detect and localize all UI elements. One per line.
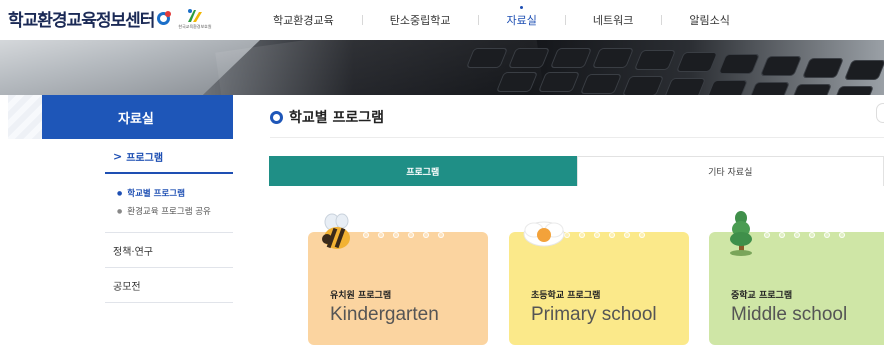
nav-item-carbon-neutral-school[interactable]: 탄소중립학교 <box>361 0 479 40</box>
site-logo[interactable]: 학교환경교육정보센터 한국교육환경보호원 <box>8 6 212 31</box>
bullet-icon: ● <box>117 207 123 215</box>
page-title-text: 학교별 프로그램 <box>289 110 385 126</box>
main-nav: 학교환경교육 탄소중립학교 자료실 네트워크 알림소식 <box>245 0 758 40</box>
chevron-right-icon: > <box>113 149 123 163</box>
scroll-indicator[interactable] <box>876 103 884 123</box>
divider <box>270 137 884 138</box>
sidebar-item-policy-research[interactable]: 정책·연구 <box>105 233 233 267</box>
sidebar-title: 자료실 <box>42 95 233 139</box>
sidebar-subitem-label: 환경교육 프로그램 공유 <box>127 207 211 217</box>
card-title-en: Kindergarten <box>330 304 439 325</box>
binder-holes <box>363 232 444 238</box>
card-title-en: Primary school <box>531 304 657 325</box>
sidebar-submenu: ● 학교별 프로그램 ● 환경교육 프로그램 공유 <box>105 174 233 232</box>
nav-item-resources[interactable]: 자료실 <box>478 0 564 40</box>
sidebar-subitem-label: 학교별 프로그램 <box>127 189 185 199</box>
agency-logo: 한국교육환경보호원 <box>178 8 212 30</box>
sidebar-subitem-school-programs[interactable]: ● 학교별 프로그램 <box>117 184 233 202</box>
logo-mark-icon <box>157 10 173 27</box>
sidebar-menu: > 프로그램 ● 학교별 프로그램 ● 환경교육 프로그램 공유 정책·연구 공… <box>105 140 233 303</box>
binder-holes <box>564 232 645 238</box>
bullet-icon: ● <box>117 189 123 197</box>
card-title-en: Middle school <box>731 304 848 325</box>
page-title: 학교별 프로그램 <box>270 107 384 127</box>
sidebar-section-contest: 공모전 <box>105 268 233 303</box>
nav-item-news[interactable]: 알림소식 <box>661 0 757 40</box>
title-bullet-icon <box>270 110 283 124</box>
sidebar-decoration <box>8 95 42 139</box>
card-title-kr: 유치원 프로그램 <box>330 291 392 301</box>
sidebar-subitem-program-sharing[interactable]: ● 환경교육 프로그램 공유 <box>117 202 233 220</box>
tab-other-resources[interactable]: 기타 자료실 <box>576 156 884 186</box>
sidebar-item-contest[interactable]: 공모전 <box>105 268 233 302</box>
card-title-kr: 중학교 프로그램 <box>731 291 793 301</box>
agency-mark-icon <box>187 8 202 22</box>
content-tabs: 프로그램 기타 자료실 <box>269 156 884 186</box>
tab-program[interactable]: 프로그램 <box>269 156 577 186</box>
card-title-kr: 초등학교 프로그램 <box>531 291 601 301</box>
flower-icon <box>523 221 565 247</box>
nav-item-network[interactable]: 네트워크 <box>564 0 661 40</box>
sidebar-section-policy: 정책·연구 <box>105 233 233 268</box>
binder-holes <box>764 232 845 238</box>
sidebar-section-program: > 프로그램 ● 학교별 프로그램 ● 환경교육 프로그램 공유 <box>105 140 233 233</box>
agency-name: 한국교육환경보호원 <box>178 23 212 29</box>
bee-icon <box>322 213 350 249</box>
logo-text: 학교환경교육정보센터 <box>8 11 155 31</box>
tree-icon <box>730 211 752 256</box>
nav-item-school-env-edu[interactable]: 학교환경교육 <box>245 0 362 40</box>
sidebar-item-label: 프로그램 <box>126 152 164 164</box>
hero-banner-image <box>0 40 884 95</box>
site-header: 학교환경교육정보센터 한국교육환경보호원 학교환경교육 탄소중립학교 자료실 네… <box>0 0 884 40</box>
sidebar-item-program[interactable]: > 프로그램 <box>105 140 233 174</box>
